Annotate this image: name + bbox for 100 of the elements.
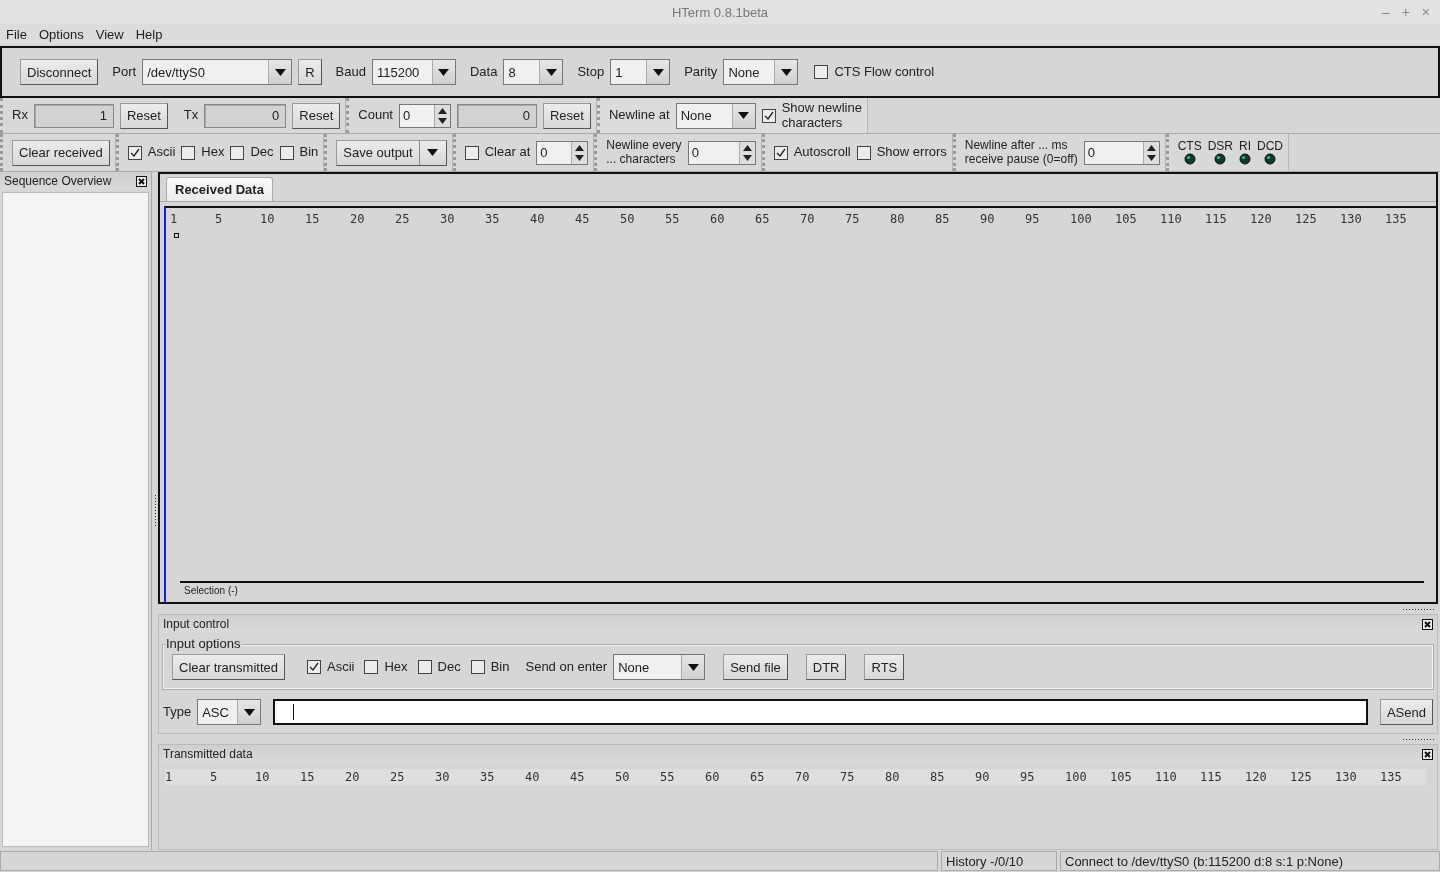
checkbox[interactable]: Hex xyxy=(181,145,225,160)
text-input[interactable] xyxy=(273,699,1368,725)
column-number: 35 xyxy=(480,770,496,784)
push-button[interactable]: Reset xyxy=(119,102,168,129)
push-button[interactable]: Clear received xyxy=(12,139,110,166)
field-label: Baud xyxy=(335,64,366,80)
column-number: 110 xyxy=(1155,770,1178,784)
column-number: 70 xyxy=(795,770,811,784)
push-button[interactable]: DTR xyxy=(805,654,847,680)
dropdown[interactable]: 115200 xyxy=(371,59,456,85)
column-number: 100 xyxy=(1070,212,1093,226)
column-number: 100 xyxy=(1065,770,1088,784)
field-label: Newline after ... ms receive pause (0=off) xyxy=(964,138,1078,167)
column-number: 90 xyxy=(980,212,996,226)
column-number: 60 xyxy=(705,770,721,784)
checkbox[interactable]: Clear at xyxy=(464,145,531,160)
dropdown[interactable]: None xyxy=(613,654,706,680)
column-number: 55 xyxy=(665,212,681,226)
checkmark-icon xyxy=(309,662,319,672)
checkbox[interactable]: Bin xyxy=(279,145,319,160)
menu-item[interactable]: File xyxy=(6,26,27,42)
dropdown[interactable]: 1 xyxy=(610,59,671,85)
counter-field[interactable]: 0 xyxy=(204,103,287,128)
spin-arrows-icon xyxy=(438,106,447,125)
column-number: 85 xyxy=(930,770,946,784)
menu-item[interactable]: Options xyxy=(38,26,84,42)
counter-field[interactable]: 1 xyxy=(33,103,114,128)
dropdown[interactable]: ASC xyxy=(197,699,262,725)
checkbox[interactable]: Ascii xyxy=(307,659,355,675)
column-number: 70 xyxy=(800,212,816,226)
dropdown[interactable]: None xyxy=(675,102,756,129)
checkbox[interactable]: Hex xyxy=(364,659,408,675)
spin-arrows-icon xyxy=(1146,143,1156,162)
menu-item[interactable]: Help xyxy=(135,26,163,42)
checkbox[interactable]: Dec xyxy=(417,659,461,675)
caret-icon xyxy=(274,68,286,76)
checkbox[interactable]: Show errors xyxy=(856,145,947,160)
spinbox[interactable]: 0 xyxy=(687,140,756,165)
column-number: 35 xyxy=(485,212,501,226)
caret-icon xyxy=(427,149,439,156)
menu-item[interactable]: View xyxy=(95,26,124,42)
column-number: 120 xyxy=(1245,770,1268,784)
split-button[interactable]: Save output xyxy=(336,139,447,166)
spinbox[interactable]: 0 xyxy=(1083,140,1160,165)
column-number: 15 xyxy=(300,770,316,784)
close-icon xyxy=(1422,748,1433,760)
close-icon xyxy=(136,175,147,187)
push-button[interactable]: RTS xyxy=(864,654,905,680)
checkbox[interactable]: Show newline characters xyxy=(761,100,862,131)
counter-field[interactable]: 0 xyxy=(457,103,537,128)
caret-icon xyxy=(687,663,699,671)
tab[interactable]: Received Data xyxy=(166,177,273,201)
push-button[interactable]: Send file xyxy=(723,654,788,680)
caret-icon xyxy=(545,68,557,76)
column-number: 75 xyxy=(845,212,861,226)
column-number: 110 xyxy=(1160,212,1183,226)
column-number: 50 xyxy=(620,212,636,226)
column-number: 65 xyxy=(755,212,771,226)
field-label: Parity xyxy=(684,64,718,80)
led-label: DSR xyxy=(1207,140,1233,152)
column-number: 10 xyxy=(260,212,276,226)
splitter-grip-icon xyxy=(1402,737,1436,741)
column-number: 25 xyxy=(390,770,406,784)
column-number: 120 xyxy=(1250,212,1273,226)
status-history: History -/0/10 xyxy=(941,851,1057,871)
checkbox[interactable]: CTS Flow control xyxy=(814,64,935,80)
splitter-grip-icon xyxy=(153,494,157,528)
push-button[interactable]: Clear transmitted xyxy=(172,654,285,680)
checkbox[interactable]: Bin xyxy=(470,659,510,675)
field-label: Port xyxy=(112,64,137,80)
led-icon xyxy=(1264,153,1276,165)
column-number: 65 xyxy=(750,770,766,784)
push-button[interactable]: Reset xyxy=(292,102,341,129)
checkbox[interactable]: Dec xyxy=(230,145,274,160)
spinbox[interactable]: 0 xyxy=(399,103,451,128)
push-button[interactable]: Reset xyxy=(543,102,591,129)
column-number: 10 xyxy=(255,770,271,784)
column-number: 125 xyxy=(1290,770,1313,784)
panel-title: Input control xyxy=(163,617,230,631)
spin-arrows-icon xyxy=(742,143,752,162)
push-button[interactable]: R xyxy=(298,59,322,85)
column-number: 45 xyxy=(570,770,586,784)
column-number: 50 xyxy=(615,770,631,784)
caret-icon xyxy=(243,708,255,716)
column-number: 130 xyxy=(1340,212,1363,226)
status-message: Connect to /dev/ttyS0 (b:115200 d:8 s:1 p:None) xyxy=(1060,851,1440,871)
push-button[interactable]: ASend xyxy=(1379,699,1433,725)
dropdown[interactable]: /dev/ttyS0 xyxy=(142,59,293,85)
dropdown[interactable]: 8 xyxy=(503,59,564,85)
column-number: 125 xyxy=(1295,212,1318,226)
caret-icon xyxy=(780,68,792,76)
push-button[interactable]: Disconnect xyxy=(20,59,99,85)
column-number: 80 xyxy=(885,770,901,784)
checkbox[interactable]: Ascii xyxy=(127,145,176,160)
splitter-grip-icon xyxy=(1402,607,1436,611)
spinbox[interactable]: 0 xyxy=(536,140,589,165)
column-number: 30 xyxy=(435,770,451,784)
column-number: 95 xyxy=(1025,212,1041,226)
dropdown[interactable]: None xyxy=(723,59,799,85)
checkbox[interactable]: Autoscroll xyxy=(773,145,851,160)
